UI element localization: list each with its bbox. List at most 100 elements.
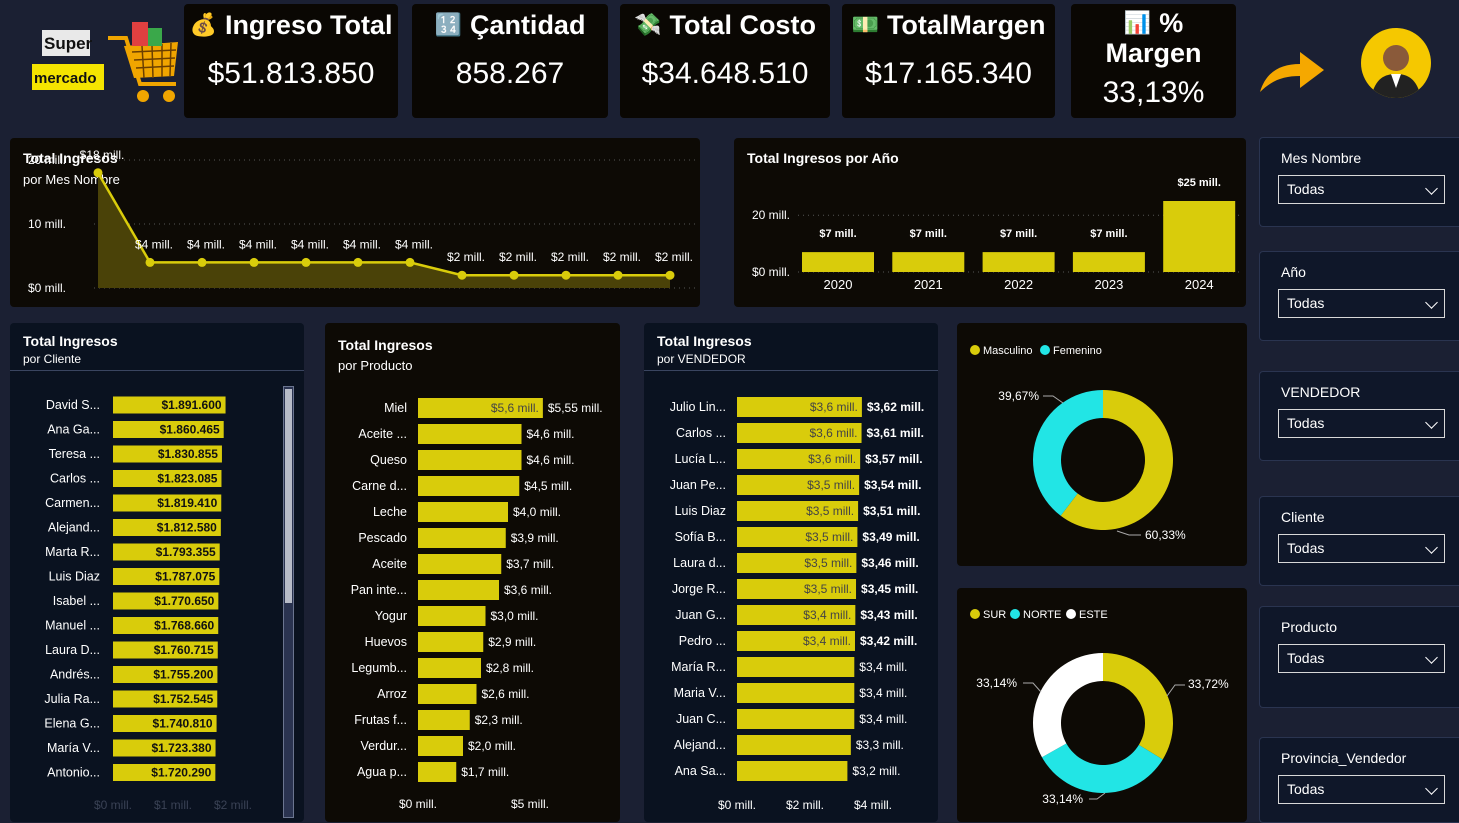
data-label: 33,72% xyxy=(1188,677,1229,691)
forward-arrow-icon[interactable] xyxy=(1256,46,1328,98)
dropdown-value: Todas xyxy=(1287,540,1325,556)
leader-line xyxy=(1166,684,1185,697)
category-label: Aceite xyxy=(372,557,407,571)
category-label: Sofía B... xyxy=(675,530,726,544)
data-label: $1.793.355 xyxy=(156,545,216,559)
category-label: Julio Lin... xyxy=(670,400,726,414)
kpi-card-total-margen: 💵 TotalMargen $17.165.340 xyxy=(842,4,1055,118)
supermarket-logo: Super mercado xyxy=(28,18,184,106)
anio-dropdown[interactable]: Todas xyxy=(1278,289,1445,318)
chart-panel-producto: Total Ingresos por Producto Miel $5,55 mi… xyxy=(325,323,620,822)
kpi-title: Ingreso Total xyxy=(224,10,393,40)
chart-panel-genero: Masculino Femenino 60,33% 39,67% xyxy=(957,323,1247,566)
category-label: Pescado xyxy=(358,531,407,545)
data-label: $3,9 mill. xyxy=(511,531,559,545)
data-label: $3,43 mill. xyxy=(860,608,917,622)
chart-panel-region: SUR NORTE ESTE 33,72% 33,14% 33,14% xyxy=(957,588,1247,822)
user-photo-icon xyxy=(1371,45,1421,98)
category-label: Ana Sa... xyxy=(675,764,726,778)
leader-line xyxy=(1089,792,1106,800)
data-label: $2 mill. xyxy=(655,250,693,264)
category-label: Elena G... xyxy=(44,717,100,731)
data-label: $4 mill. xyxy=(239,237,277,251)
kpi-card-margen-pct: 📊% Margen 33,13% xyxy=(1071,4,1236,118)
mes-dropdown[interactable]: Todas xyxy=(1278,175,1445,204)
shopping-cart-icon xyxy=(32,22,178,102)
data-label: $3,45 mill. xyxy=(861,582,918,596)
scrollbar[interactable] xyxy=(283,386,294,818)
dropdown-value: Todas xyxy=(1287,415,1325,431)
data-label: $5,55 mill. xyxy=(548,401,603,415)
category-label: Verdur... xyxy=(360,739,407,753)
donut-slice xyxy=(1033,653,1103,758)
data-label: $1.740.810 xyxy=(153,717,213,731)
x-tick-label: 2024 xyxy=(1185,277,1214,292)
data-label: $2,6 mill. xyxy=(482,687,530,701)
data-label: $1.860.465 xyxy=(160,423,220,437)
category-label: Legumb... xyxy=(351,661,407,675)
category-label: Isabel ... xyxy=(53,594,100,608)
category-label: Lucía L... xyxy=(675,452,726,466)
data-label: $7 mill. xyxy=(819,228,856,240)
avatar[interactable] xyxy=(1361,28,1431,98)
category-label: Huevos xyxy=(365,635,407,649)
category-label: Marta R... xyxy=(45,545,100,559)
data-point xyxy=(145,257,155,267)
scrollbar-thumb[interactable] xyxy=(285,389,292,603)
kpi-card-cantidad: 🔢 Çantidad 858.267 xyxy=(412,4,608,118)
bar xyxy=(737,657,855,677)
category-label: Julia Ra... xyxy=(44,692,100,706)
legend-marker xyxy=(1010,609,1020,619)
data-label: $7 mill. xyxy=(1000,228,1037,240)
data-point xyxy=(197,257,207,267)
bar xyxy=(418,736,463,756)
kpi-title: Çantidad xyxy=(469,10,586,40)
category-label: Frutas f... xyxy=(354,713,407,727)
legend-label: SUR xyxy=(983,609,1006,621)
category-label: Laura d... xyxy=(673,556,726,570)
category-label: María V... xyxy=(47,741,100,755)
data-point xyxy=(405,257,415,267)
bar-chart: David S... $1.891.600 Ana Ga... $1.860.465 T… xyxy=(44,396,252,812)
bar-chart: Julio Lin... $3,62 mill. $3,6 mill. Carlos … xyxy=(670,397,924,812)
producto-dropdown[interactable]: Todas xyxy=(1278,644,1445,673)
slicer-mes-nombre: Mes Nombre Todas xyxy=(1259,137,1459,227)
x-tick-label: $0 mill. xyxy=(718,798,756,812)
chart-panel-vendedor: Total Ingresos por VENDEDOR Julio Lin...… xyxy=(644,323,938,822)
bar xyxy=(982,252,1055,272)
slicer-producto: Producto Todas xyxy=(1259,606,1459,708)
data-label: $3,4 mill. xyxy=(859,686,907,700)
category-label: Yogur xyxy=(375,609,407,623)
category-label: Manuel ... xyxy=(45,619,100,633)
cliente-dropdown[interactable]: Todas xyxy=(1278,534,1445,563)
category-label: Carne d... xyxy=(352,479,407,493)
bar xyxy=(418,710,470,730)
data-label: $1.760.715 xyxy=(154,643,214,657)
category-label: Jorge R... xyxy=(672,582,726,596)
data-label: $4 mill. xyxy=(187,237,225,251)
category-label: Carmen... xyxy=(45,496,100,510)
category-label: Luis Diaz xyxy=(49,570,100,584)
x-tick-label: $0 mill. xyxy=(94,798,132,812)
bar xyxy=(418,528,506,548)
bar xyxy=(892,252,965,272)
data-label: $25 mill. xyxy=(1177,177,1220,189)
category-label: Agua p... xyxy=(357,765,407,779)
inner-data-label: $3,6 mill. xyxy=(808,452,856,466)
provincia-dropdown[interactable]: Todas xyxy=(1278,775,1445,804)
x-tick-label: 2021 xyxy=(914,277,943,292)
vendedor-dropdown[interactable]: Todas xyxy=(1278,409,1445,438)
kpi-value: $17.165.340 xyxy=(865,57,1032,90)
category-label: Leche xyxy=(373,505,407,519)
data-label: $2 mill. xyxy=(603,250,641,264)
dropdown-value: Todas xyxy=(1287,650,1325,666)
data-label: $3,4 mill. xyxy=(859,660,907,674)
data-label: $4,6 mill. xyxy=(527,427,575,441)
category-label: Juan C... xyxy=(676,712,726,726)
x-tick-label: 2022 xyxy=(1004,277,1033,292)
data-label: $2,9 mill. xyxy=(488,635,536,649)
bar xyxy=(737,735,851,755)
data-label: $3,57 mill. xyxy=(865,452,922,466)
category-label: Ana Ga... xyxy=(47,423,100,437)
data-point xyxy=(93,168,103,178)
